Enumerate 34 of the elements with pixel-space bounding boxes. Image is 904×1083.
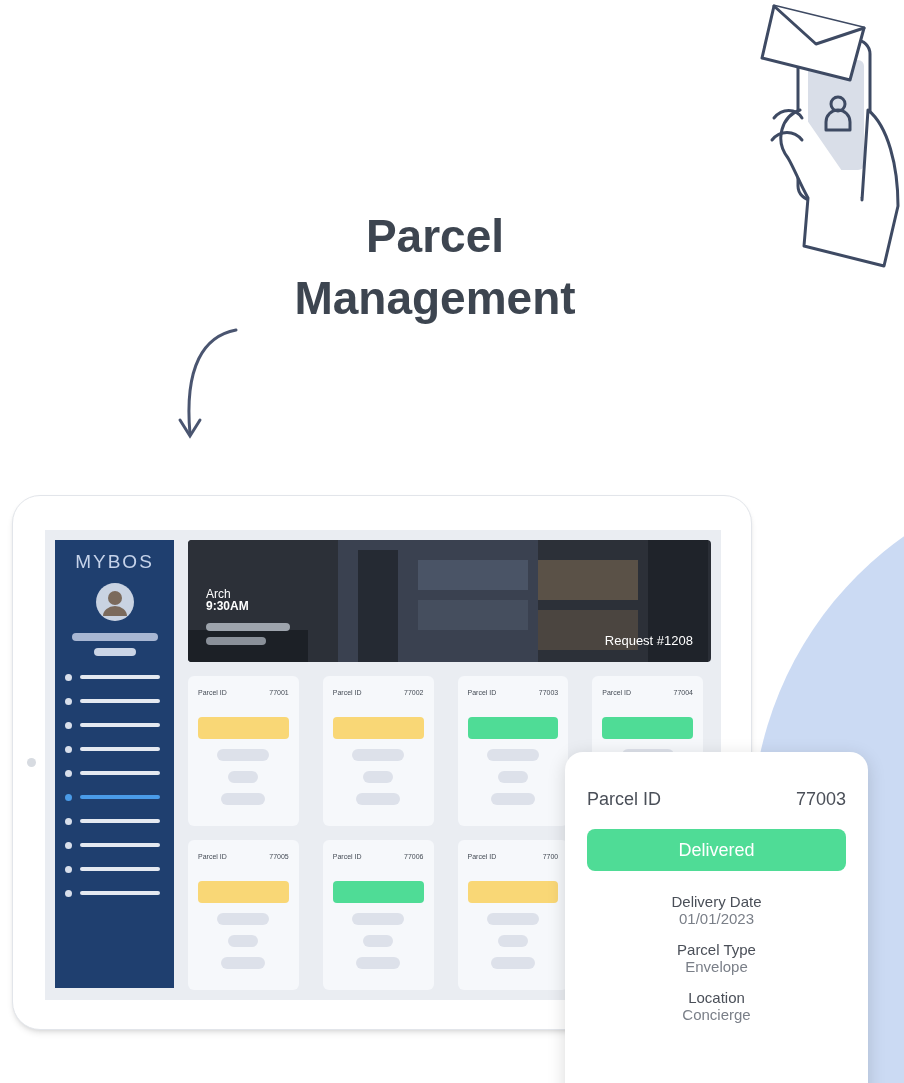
placeholder-bar — [217, 748, 270, 761]
field-value: 01/01/2023 — [678, 910, 755, 927]
detail-id: 77003 — [795, 788, 846, 811]
placeholder-bar — [497, 934, 528, 947]
placeholder-bar — [228, 934, 259, 947]
placeholder-bar — [490, 792, 535, 805]
request-number: Request #1208 — [604, 632, 693, 650]
logo: MYBOS — [75, 550, 154, 574]
placeholder-bar — [93, 647, 136, 656]
placeholder-bar — [486, 912, 539, 925]
placeholder-bar — [206, 637, 266, 645]
placeholder-bar — [356, 956, 401, 969]
placeholder-bar — [497, 770, 528, 783]
banner-time: 9:30AM — [206, 600, 250, 613]
placeholder-bar — [217, 912, 270, 925]
placeholder-bar — [352, 912, 405, 925]
page-heading: Parcel Management — [293, 209, 577, 326]
field-label: Location — [688, 989, 745, 1006]
field-label: Delivery Date — [671, 893, 762, 910]
field-label: Parcel Type — [677, 941, 756, 958]
placeholder-bar — [221, 792, 266, 805]
avatar — [95, 582, 134, 621]
field-value: Concierge — [682, 1006, 751, 1023]
placeholder-bar — [356, 792, 401, 805]
status-badge: Delivered — [587, 829, 846, 871]
placeholder-bar — [228, 770, 259, 783]
placeholder-bar — [490, 956, 535, 969]
placeholder-bar — [486, 748, 539, 761]
placeholder-bar — [363, 934, 394, 947]
banner-name: Arch — [206, 588, 232, 600]
placeholder-bar — [363, 770, 394, 783]
field-value: Envelope — [685, 958, 748, 975]
placeholder-bar — [221, 956, 266, 969]
placeholder-bar — [352, 748, 405, 761]
